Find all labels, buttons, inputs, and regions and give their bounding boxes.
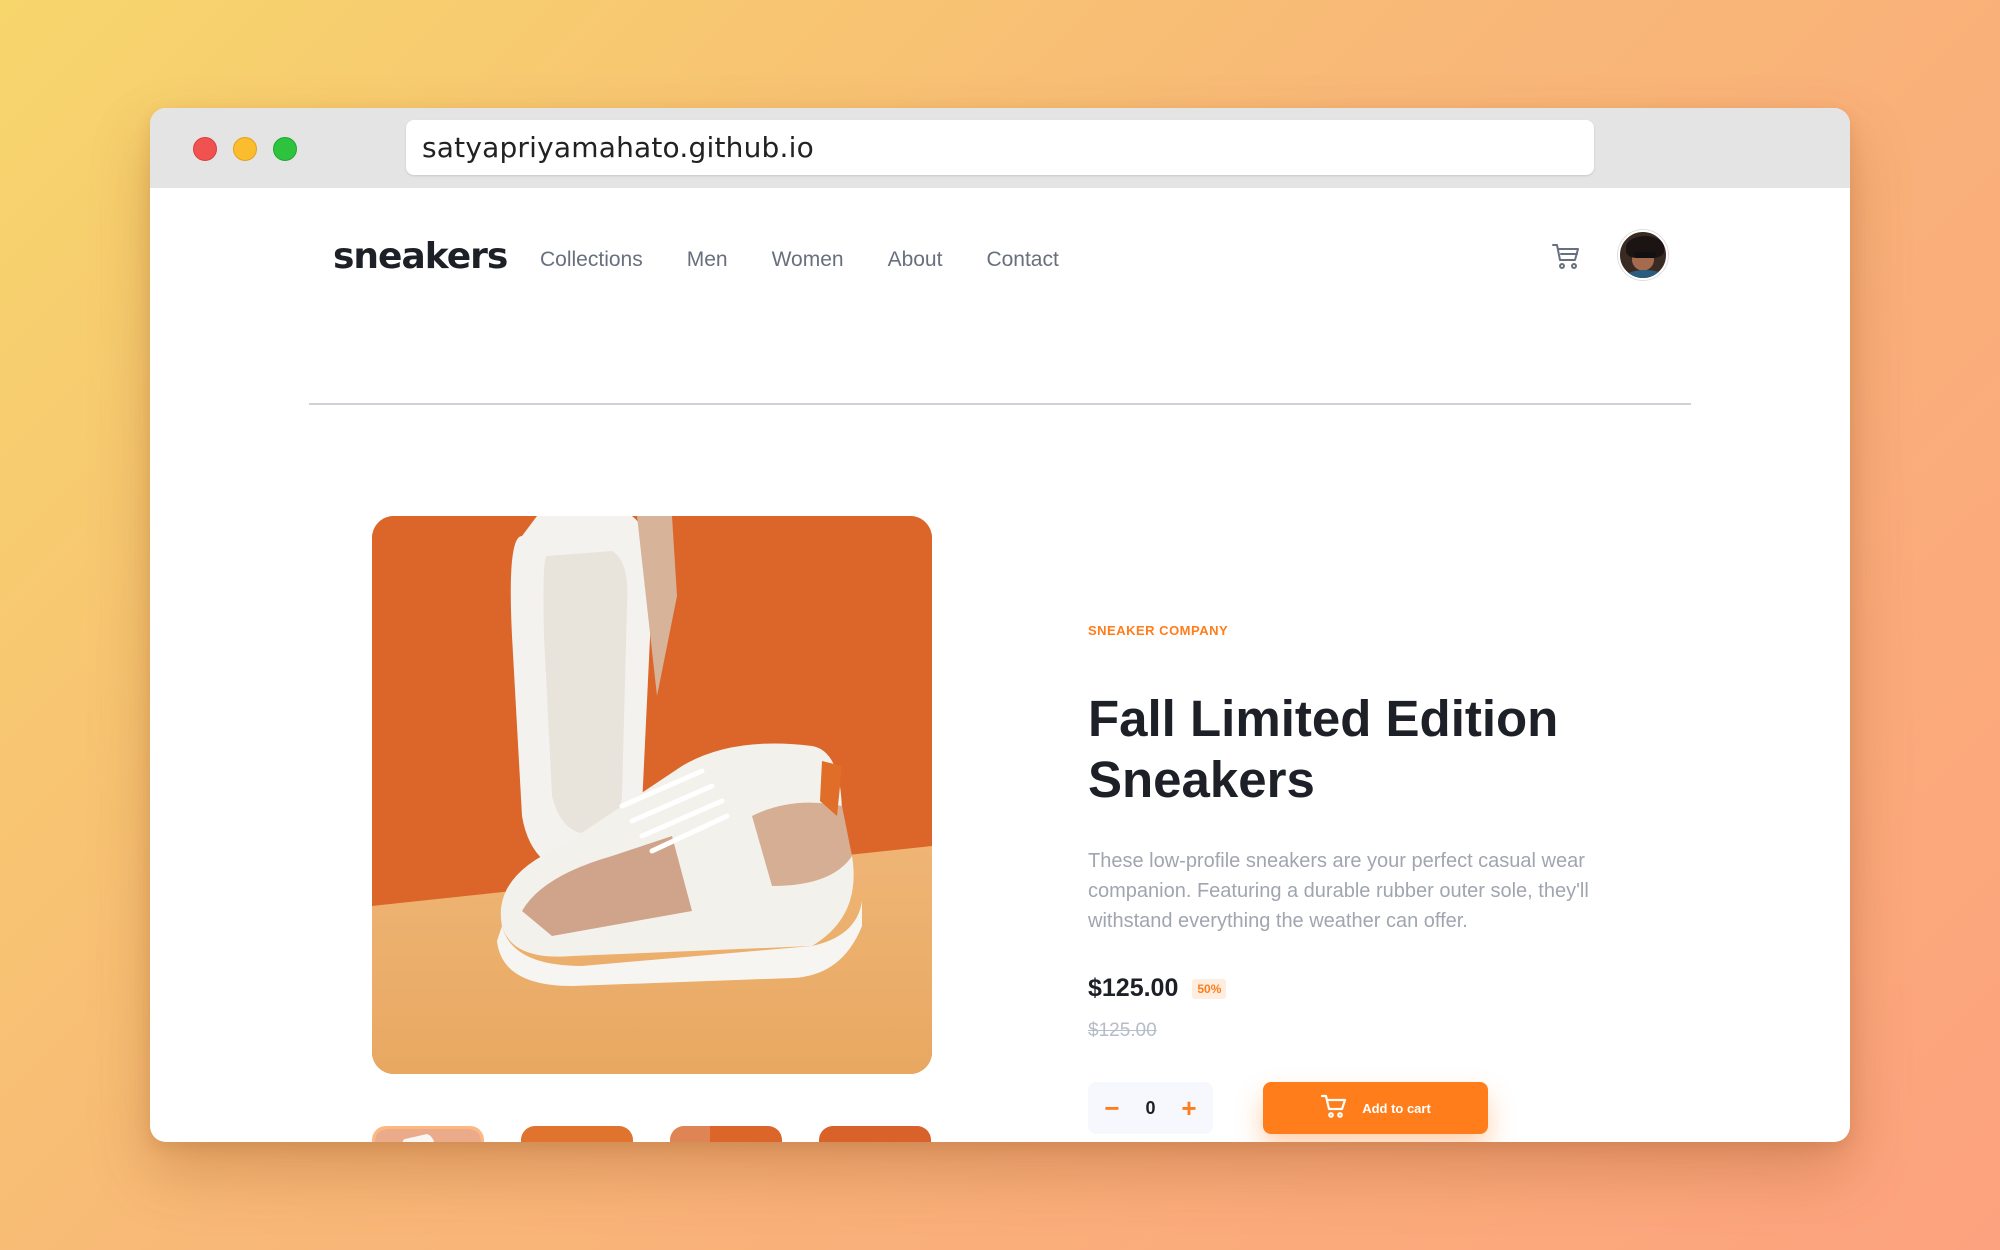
product-company: SNEAKER COMPANY (1088, 623, 1229, 638)
increase-quantity-button[interactable]: + (1177, 1095, 1201, 1121)
thumbnail-1[interactable] (372, 1126, 484, 1142)
main-nav: Collections Men Women About Contact (540, 248, 1103, 272)
price-row: $125.00 50% (1088, 974, 1227, 1003)
maximize-window-button[interactable] (273, 137, 297, 161)
minimize-window-button[interactable] (233, 137, 257, 161)
nav-collections[interactable]: Collections (540, 248, 643, 272)
add-to-cart-label: Add to cart (1362, 1100, 1431, 1116)
nav-women[interactable]: Women (772, 248, 844, 272)
add-to-cart-button[interactable]: Add to cart (1263, 1082, 1488, 1134)
thumbnail-3[interactable] (670, 1126, 782, 1142)
product-title: Fall Limited Edition Sneakers (1088, 690, 1559, 808)
thumbnail-4[interactable] (819, 1126, 931, 1142)
quantity-value: 0 (1145, 1097, 1156, 1118)
browser-titlebar: satyapriyamahato.github.io (150, 108, 1850, 188)
header-divider (309, 403, 1691, 405)
product-description: These low-profile sneakers are your perf… (1088, 850, 1589, 932)
nav-contact[interactable]: Contact (986, 248, 1058, 272)
cart-icon[interactable] (1550, 240, 1582, 272)
nav-men[interactable]: Men (687, 248, 728, 272)
user-avatar[interactable] (1618, 230, 1668, 280)
product-page: sneakers Collections Men Women About Con… (150, 188, 1850, 1142)
discount-badge: 50% (1192, 978, 1227, 999)
decrease-quantity-button[interactable]: − (1100, 1095, 1124, 1121)
close-window-button[interactable] (193, 137, 217, 161)
product-main-image[interactable] (372, 516, 932, 1074)
cart-icon (1320, 1093, 1348, 1124)
current-price: $125.00 (1088, 974, 1179, 1002)
browser-window: satyapriyamahato.github.io sneakers Coll… (150, 108, 1850, 1142)
site-logo[interactable]: sneakers (333, 236, 508, 277)
thumbnail-2[interactable] (521, 1126, 633, 1142)
nav-about[interactable]: About (888, 248, 943, 272)
quantity-stepper: − 0 + (1088, 1082, 1213, 1134)
address-bar[interactable]: satyapriyamahato.github.io (406, 120, 1594, 175)
original-price: $125.00 (1088, 1020, 1157, 1041)
thumbnail-strip (372, 1126, 931, 1142)
